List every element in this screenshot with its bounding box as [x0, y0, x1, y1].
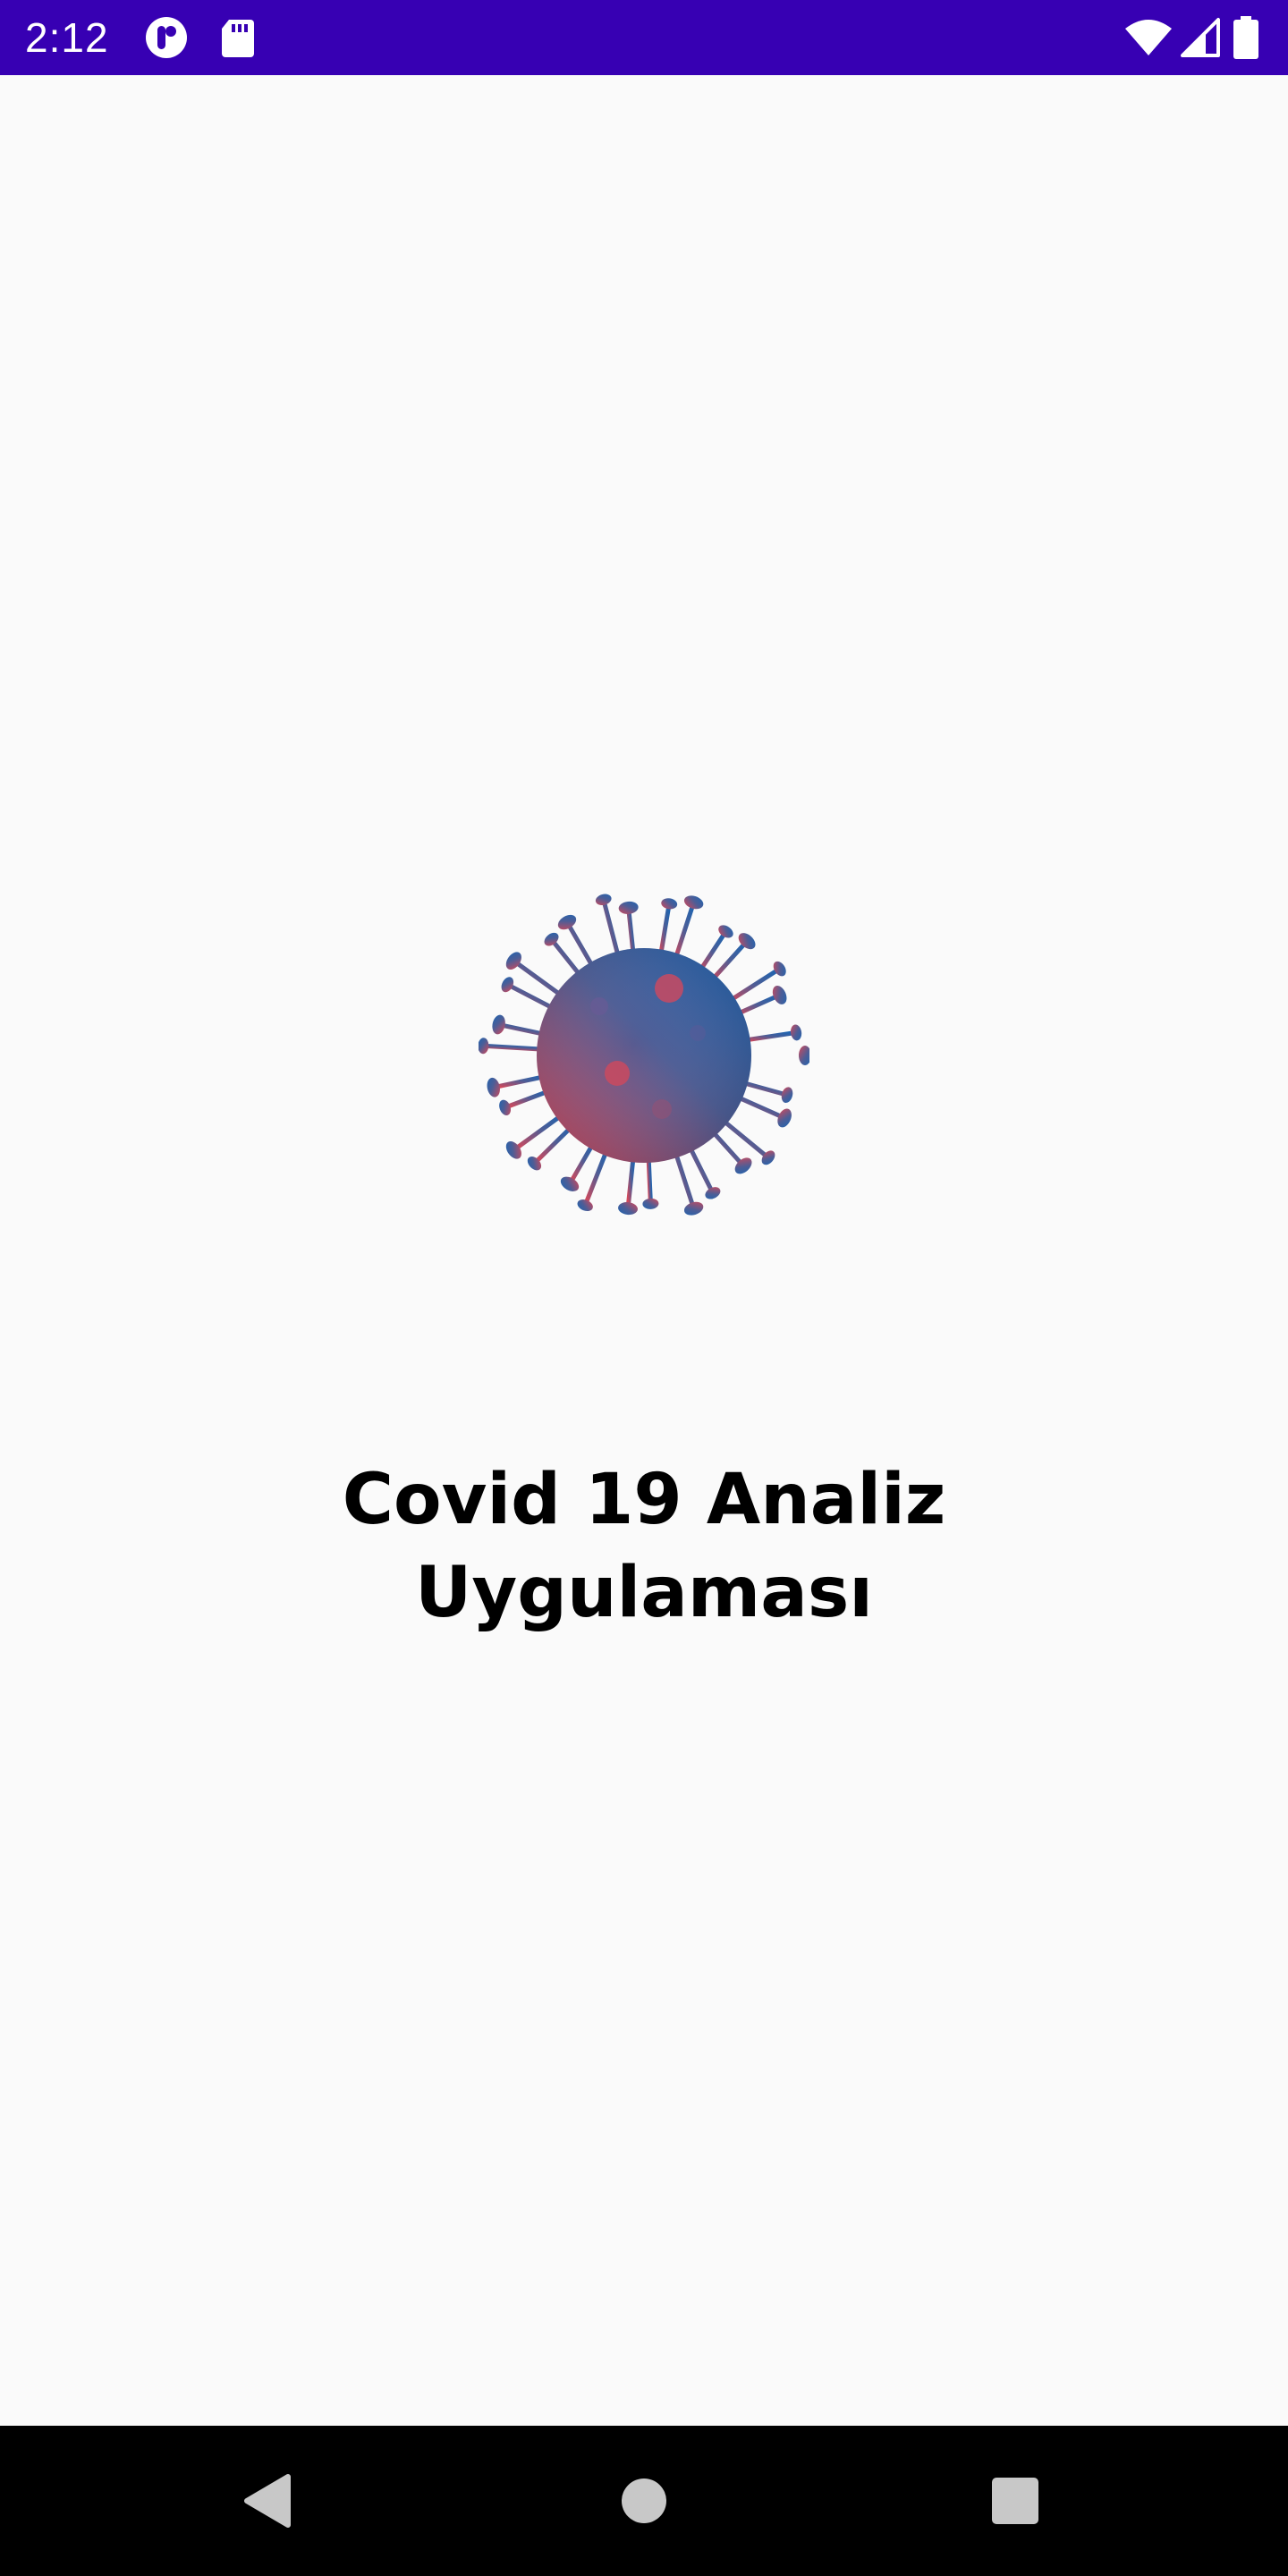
- virus-spike-tip: [683, 895, 704, 910]
- virus-spike: [495, 1073, 548, 1089]
- status-time: 2:12: [25, 14, 109, 61]
- app-title: Covid 19 Analiz Uygulaması: [0, 1453, 1288, 1640]
- virus-spike-tip: [661, 898, 678, 910]
- cellular-signal-icon: [1181, 18, 1220, 57]
- virus-spike: [725, 968, 779, 1004]
- back-button[interactable]: [224, 2456, 313, 2546]
- back-icon: [244, 2474, 291, 2528]
- coronavirus-icon: [479, 894, 809, 1216]
- virus-spike-tip: [595, 894, 612, 906]
- virus-spike: [508, 984, 558, 1012]
- virus-spike-tip: [799, 1046, 809, 1065]
- virus-spike-tip: [487, 1077, 500, 1097]
- recents-button[interactable]: [970, 2456, 1060, 2546]
- virus-spike-tip: [560, 1176, 580, 1191]
- virus-spike: [733, 1094, 784, 1119]
- recents-icon: [992, 2478, 1038, 2524]
- virus-spike: [741, 1030, 795, 1043]
- splash-screen: 2:12 Covid 19 Analiz Uygulaması: [0, 0, 1288, 2576]
- navigation-bar: [0, 2426, 1288, 2576]
- virus-spike: [673, 903, 695, 962]
- virus-spike-tip: [499, 1099, 512, 1115]
- app-title-line-2: Uygulaması: [415, 1553, 873, 1633]
- virus-spike-tip: [557, 914, 577, 930]
- home-button[interactable]: [599, 2456, 689, 2546]
- virus-spike-tip: [479, 1038, 489, 1055]
- virus-spike: [625, 1152, 636, 1208]
- virus-spike-tip: [705, 1187, 721, 1199]
- virus-spike-tip: [501, 977, 514, 993]
- app-title-line-1: Covid 19 Analiz: [342, 1460, 946, 1540]
- virus-spike: [602, 901, 622, 962]
- virus-spike-tip: [492, 1014, 505, 1035]
- virus-spike-tip: [577, 1199, 593, 1212]
- virus-spike: [584, 1146, 610, 1205]
- virus-spike-tip: [642, 1198, 659, 1209]
- virus-spike: [484, 1043, 547, 1052]
- virus-spike-tip: [618, 1202, 638, 1216]
- virus-spike-tip: [772, 986, 787, 1004]
- virus-spike-tip: [777, 1108, 792, 1128]
- battery-icon: [1233, 16, 1258, 59]
- home-icon: [622, 2479, 666, 2523]
- wifi-icon: [1125, 20, 1172, 55]
- virus-spike-tip: [773, 961, 786, 977]
- virus-spike-tip: [683, 1201, 704, 1216]
- virus-spike-tip: [618, 901, 639, 914]
- virus-spike-tip: [791, 1024, 802, 1041]
- virus-spike: [673, 1148, 695, 1208]
- status-bar: 2:12: [0, 0, 1288, 75]
- virus-spike: [566, 923, 597, 971]
- virus-spike: [657, 904, 672, 960]
- sd-card-icon: [222, 20, 254, 57]
- app-notification-icon: [146, 17, 187, 58]
- virus-spike: [686, 1142, 714, 1192]
- virus-spike-tip: [781, 1087, 793, 1104]
